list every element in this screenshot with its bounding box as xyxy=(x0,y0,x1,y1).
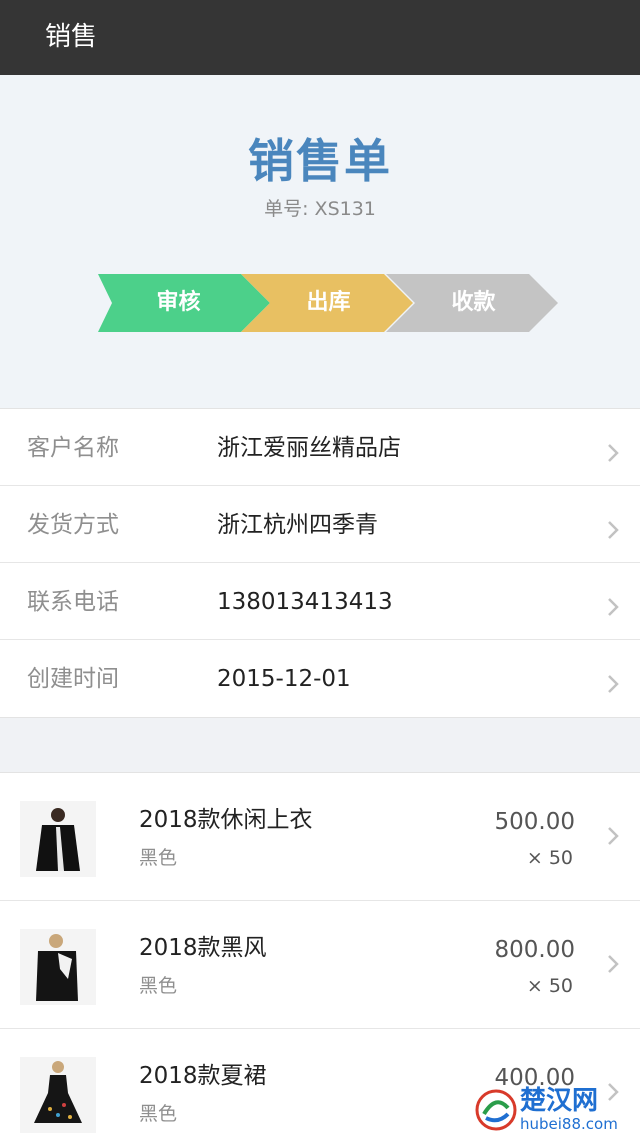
status-steps: 审核 出库 收款 xyxy=(98,274,558,334)
product-color: 黑色 xyxy=(139,975,178,997)
watermark-url: hubei88.com xyxy=(520,1115,618,1133)
product-thumbnail xyxy=(20,1057,96,1133)
product-image xyxy=(20,801,96,877)
chevron-right-icon xyxy=(608,827,619,845)
document-number: 单号: XS131 xyxy=(0,197,640,221)
product-name: 2018款休闲上衣 xyxy=(139,807,313,833)
order-info-list: 客户名称 浙江爱丽丝精品店 发货方式 浙江杭州四季青 联系电话 13801341… xyxy=(0,408,640,718)
info-row-customer[interactable]: 客户名称 浙江爱丽丝精品店 xyxy=(0,409,640,486)
product-price: 800.00 xyxy=(494,937,575,963)
product-quantity: × 50 xyxy=(526,975,573,997)
info-row-created[interactable]: 创建时间 2015-12-01 xyxy=(0,640,640,717)
info-key: 发货方式 xyxy=(27,512,119,538)
info-key: 客户名称 xyxy=(27,435,119,461)
document-number-value: XS131 xyxy=(314,198,376,220)
product-image xyxy=(20,1057,96,1133)
product-item[interactable]: 2018款黑风 黑色 800.00 × 50 xyxy=(0,901,640,1029)
document-title: 销售单 xyxy=(248,134,392,188)
watermark-emblem-icon xyxy=(475,1089,517,1131)
info-value: 138013413413 xyxy=(217,589,393,615)
app-title: 销售 xyxy=(45,22,98,52)
step-payment-label: 收款 xyxy=(451,290,496,315)
product-name: 2018款夏裙 xyxy=(139,1063,267,1089)
product-color: 黑色 xyxy=(139,1103,178,1125)
product-name: 2018款黑风 xyxy=(139,935,267,961)
step-payment[interactable]: 收款 xyxy=(386,274,558,332)
document-number-label: 单号: xyxy=(264,198,315,220)
watermark-logo: 楚汉网 hubei88.com xyxy=(474,1086,634,1134)
product-item[interactable]: 2018款休闲上衣 黑色 500.00 × 50 xyxy=(0,773,640,901)
info-key: 联系电话 xyxy=(27,589,119,615)
product-quantity: × 50 xyxy=(526,847,573,869)
product-image xyxy=(20,929,96,1005)
product-color: 黑色 xyxy=(139,847,178,869)
chevron-right-icon xyxy=(608,444,619,462)
order-header: 销售单 单号: XS131 审核 出库 收款 xyxy=(0,75,640,408)
chevron-right-icon xyxy=(608,955,619,973)
step-review-label: 审核 xyxy=(156,290,201,315)
info-key: 创建时间 xyxy=(27,666,119,692)
chevron-right-icon xyxy=(608,598,619,616)
info-row-phone[interactable]: 联系电话 138013413413 xyxy=(0,563,640,640)
info-row-shipping[interactable]: 发货方式 浙江杭州四季青 xyxy=(0,486,640,563)
chevron-right-icon xyxy=(608,675,619,693)
product-price: 500.00 xyxy=(494,809,575,835)
watermark-text: 楚汉网 xyxy=(520,1086,599,1116)
info-value: 浙江爱丽丝精品店 xyxy=(217,435,401,461)
chevron-right-icon xyxy=(608,521,619,539)
info-value: 浙江杭州四季青 xyxy=(217,512,378,538)
info-value: 2015-12-01 xyxy=(217,666,351,692)
product-thumbnail xyxy=(20,801,96,877)
step-outbound-label: 出库 xyxy=(306,290,351,315)
product-list: 2018款休闲上衣 黑色 500.00 × 50 2018款黑风 黑色 800.… xyxy=(0,772,640,1138)
top-app-bar: 销售 xyxy=(0,0,640,75)
product-thumbnail xyxy=(20,929,96,1005)
